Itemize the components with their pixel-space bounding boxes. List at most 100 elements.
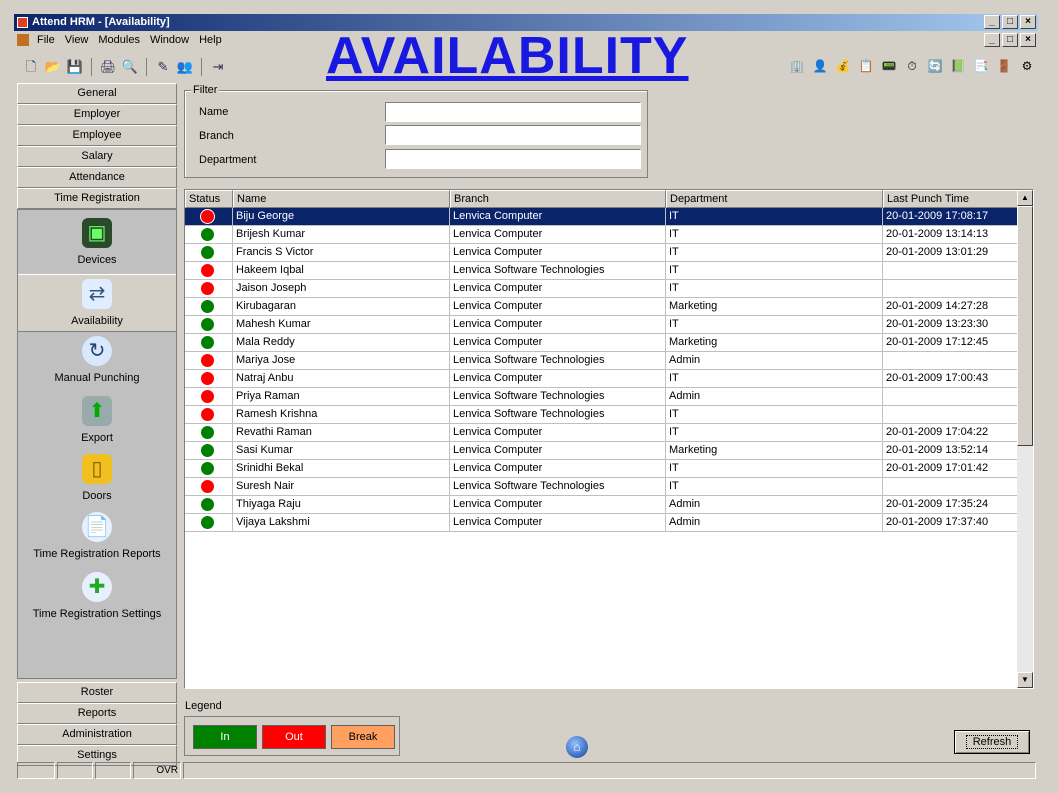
table-row[interactable]: Vijaya Lakshmi Lenvica Computer Admin 20-01… bbox=[185, 514, 1033, 532]
menu-view[interactable]: View bbox=[60, 34, 94, 46]
close-button[interactable]: × bbox=[1020, 15, 1036, 29]
refresh-button[interactable]: Refresh bbox=[954, 730, 1030, 754]
new-icon[interactable]: 🗋 bbox=[22, 58, 40, 76]
mdi-close-button[interactable]: × bbox=[1020, 33, 1036, 47]
column-branch[interactable]: Branch bbox=[450, 190, 666, 208]
department-cell: IT bbox=[666, 280, 883, 298]
table-row[interactable]: Sasi Kumar Lenvica Computer Marketing 20-01… bbox=[185, 442, 1033, 460]
table-row[interactable]: Priya Raman Lenvica Software Technologies… bbox=[185, 388, 1033, 406]
employee-icon[interactable]: 👤 bbox=[811, 57, 829, 75]
menu-help[interactable]: Help bbox=[194, 34, 227, 46]
home-icon[interactable]: ⌂ bbox=[566, 736, 588, 758]
minimize-button[interactable]: _ bbox=[984, 15, 1000, 29]
print-preview-icon[interactable]: 🔍 bbox=[121, 58, 139, 76]
table-row[interactable]: Suresh Nair Lenvica Software Technologies… bbox=[185, 478, 1033, 496]
column-last-punch-time[interactable]: Last Punch Time bbox=[883, 190, 1019, 208]
status-cell bbox=[185, 316, 233, 334]
status-out-icon bbox=[201, 354, 214, 367]
open-icon[interactable]: 📂 bbox=[44, 58, 62, 76]
settings-icon[interactable]: ⚙ bbox=[1018, 57, 1036, 75]
sidebar-reports[interactable]: Reports bbox=[17, 703, 177, 724]
scroll-down-arrow[interactable]: ▼ bbox=[1017, 672, 1033, 688]
vertical-scrollbar[interactable]: ▲ ▼ bbox=[1017, 190, 1033, 688]
employer-icon[interactable]: 🏢 bbox=[788, 57, 806, 75]
table-row[interactable]: Mala Reddy Lenvica Computer Marketing 20-01… bbox=[185, 334, 1033, 352]
column-department[interactable]: Department bbox=[666, 190, 883, 208]
menu-window[interactable]: Window bbox=[145, 34, 194, 46]
department-cell: Marketing bbox=[666, 334, 883, 352]
last-punch-cell: 20-01-2009 13:52:14 bbox=[883, 442, 1019, 460]
status-out-icon bbox=[201, 480, 214, 493]
sidebar-salary[interactable]: Salary bbox=[17, 146, 177, 167]
name-cell: Thiyaga Raju bbox=[233, 496, 450, 514]
save-icon[interactable]: 💾 bbox=[66, 58, 84, 76]
print-icon[interactable]: 🖨 bbox=[99, 58, 117, 76]
status-cell bbox=[185, 262, 233, 280]
department-label: Department bbox=[199, 154, 257, 166]
menu-file[interactable]: File bbox=[32, 34, 60, 46]
salary-icon[interactable]: 💰 bbox=[834, 57, 852, 75]
department-input[interactable] bbox=[385, 149, 641, 169]
table-row[interactable]: Natraj Anbu Lenvica Computer IT 20-01-2009 … bbox=[185, 370, 1033, 388]
branch-label: Branch bbox=[199, 130, 234, 142]
table-row[interactable]: Kirubagaran Lenvica Computer Marketing 20-0… bbox=[185, 298, 1033, 316]
table-row[interactable]: Brijesh Kumar Lenvica Computer IT 20-01-200… bbox=[185, 226, 1033, 244]
table-row[interactable]: Jaison Joseph Lenvica Computer IT bbox=[185, 280, 1033, 298]
sidebar-time-registration[interactable]: Time Registration bbox=[17, 188, 177, 209]
branch-cell: Lenvica Computer bbox=[450, 280, 666, 298]
column-status[interactable]: Status bbox=[185, 190, 233, 208]
branch-cell: Lenvica Computer bbox=[450, 460, 666, 478]
table-row[interactable]: Mariya Jose Lenvica Software Technologies… bbox=[185, 352, 1033, 370]
table-row[interactable]: Revathi Raman Lenvica Computer IT 20-01-200… bbox=[185, 424, 1033, 442]
sidebar-roster[interactable]: Roster bbox=[17, 682, 177, 703]
exit-icon[interactable]: ⇥ bbox=[209, 58, 227, 76]
sidebar-administration[interactable]: Administration bbox=[17, 724, 177, 745]
device-icon: ▣ bbox=[82, 218, 112, 248]
sidebar-item-time-registration-settings[interactable]: ✚ Time Registration Settings bbox=[18, 572, 176, 620]
sidebar-employee[interactable]: Employee bbox=[17, 125, 177, 146]
sidebar-item-devices[interactable]: ▣ Devices bbox=[18, 218, 176, 266]
column-name[interactable]: Name bbox=[233, 190, 450, 208]
sidebar-item-label: Manual Punching bbox=[54, 372, 140, 384]
branch-input[interactable] bbox=[385, 125, 641, 145]
status-cell bbox=[185, 244, 233, 262]
maximize-button[interactable]: □ bbox=[1002, 15, 1018, 29]
users-icon[interactable]: 👥 bbox=[176, 58, 194, 76]
status-in-icon bbox=[201, 300, 214, 313]
table-row[interactable]: Hakeem Iqbal Lenvica Software Technologie… bbox=[185, 262, 1033, 280]
report-icon[interactable]: 📑 bbox=[972, 57, 990, 75]
table-row[interactable]: Ramesh Krishna Lenvica Software Technolog… bbox=[185, 406, 1033, 424]
table-row[interactable]: Srinidhi Bekal Lenvica Computer IT 20-01-20… bbox=[185, 460, 1033, 478]
sidebar-employer[interactable]: Employer bbox=[17, 104, 177, 125]
scroll-up-arrow[interactable]: ▲ bbox=[1017, 190, 1033, 206]
export-icon[interactable]: 📗 bbox=[949, 57, 967, 75]
name-cell: Mariya Jose bbox=[233, 352, 450, 370]
sidebar-item-doors[interactable]: ▯ Doors bbox=[18, 454, 176, 502]
scroll-thumb[interactable] bbox=[1017, 206, 1033, 446]
table-row[interactable]: Thiyaga Raju Lenvica Computer Admin 20-01-2… bbox=[185, 496, 1033, 514]
settings-icon: ✚ bbox=[82, 572, 112, 602]
branch-cell: Lenvica Computer bbox=[450, 514, 666, 532]
sidebar-attendance[interactable]: Attendance bbox=[17, 167, 177, 188]
edit-icon[interactable]: ✎ bbox=[154, 58, 172, 76]
menu-modules[interactable]: Modules bbox=[93, 34, 145, 46]
mdi-restore-button[interactable]: □ bbox=[1002, 33, 1018, 47]
sidebar-item-export[interactable]: ⬆ Export bbox=[18, 396, 176, 444]
last-punch-cell: 20-01-2009 17:01:42 bbox=[883, 460, 1019, 478]
app-icon bbox=[17, 17, 28, 28]
name-input[interactable] bbox=[385, 102, 641, 122]
device-icon[interactable]: 📟 bbox=[880, 57, 898, 75]
manual-punch-icon[interactable]: ⏱ bbox=[903, 57, 921, 75]
sidebar-item-availability[interactable]: ⇄ Availability bbox=[18, 274, 176, 332]
table-row[interactable]: Francis S Victor Lenvica Computer IT 20-01-… bbox=[185, 244, 1033, 262]
table-row[interactable]: Mahesh Kumar Lenvica Computer IT 20-01-2009… bbox=[185, 316, 1033, 334]
status-cell bbox=[185, 208, 233, 226]
table-row[interactable]: Biju George Lenvica Computer IT 20-01-2009 … bbox=[185, 208, 1033, 226]
sidebar-general[interactable]: General bbox=[17, 83, 177, 104]
mdi-minimize-button[interactable]: _ bbox=[984, 33, 1000, 47]
attendance-icon[interactable]: 📋 bbox=[857, 57, 875, 75]
door-icon[interactable]: 🚪 bbox=[995, 57, 1013, 75]
availability-icon[interactable]: 🔄 bbox=[926, 57, 944, 75]
sidebar-item-time-registration-reports[interactable]: 📄 Time Registration Reports bbox=[18, 512, 176, 560]
sidebar-item-manual-punching[interactable]: ↻ Manual Punching bbox=[18, 336, 176, 384]
